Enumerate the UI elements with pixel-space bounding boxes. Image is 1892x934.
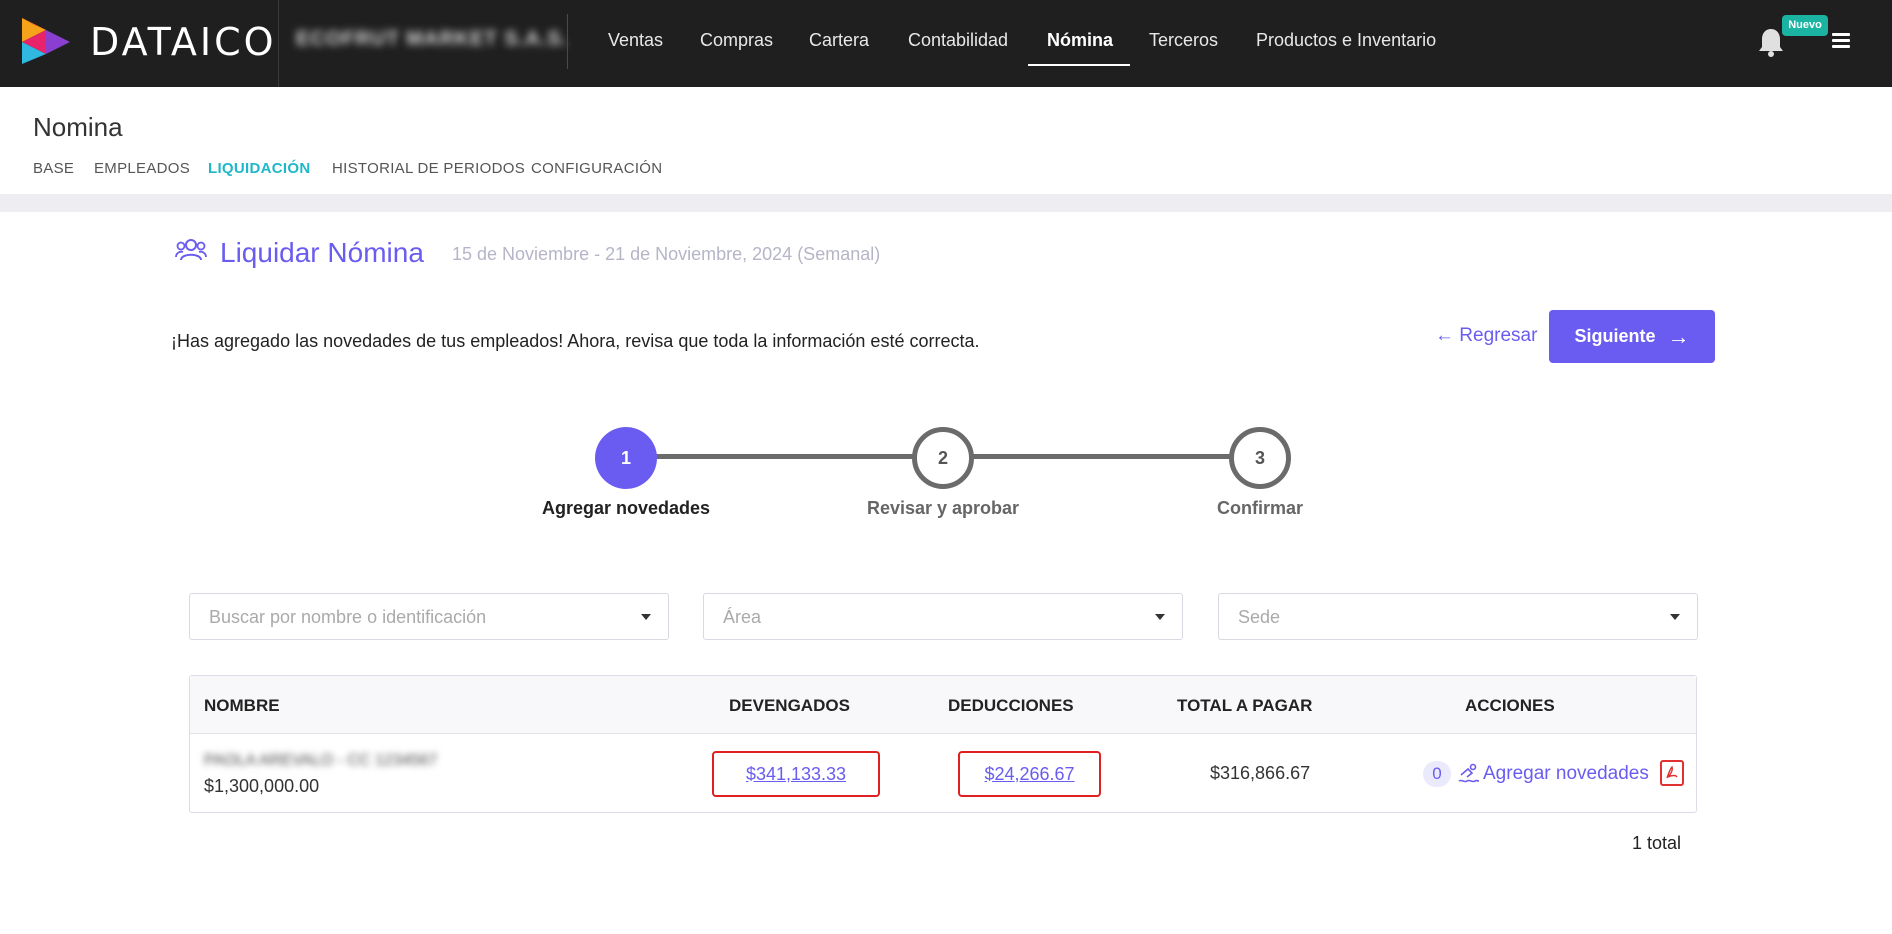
period-range: 15 de Noviembre - 21 de Noviembre, 2024 … bbox=[452, 244, 881, 264]
step-1-circle[interactable]: 1 bbox=[595, 427, 657, 489]
arrow-right-icon: → bbox=[1667, 323, 1690, 349]
agregar-novedades-link[interactable]: Agregar novedades bbox=[1483, 763, 1649, 785]
col-nombre: NOMBRE bbox=[204, 696, 280, 715]
back-link[interactable]: ← Regresar bbox=[1435, 325, 1537, 347]
nav-terceros[interactable]: Terceros bbox=[1149, 30, 1218, 51]
search-placeholder: Buscar por nombre o identificación bbox=[209, 607, 487, 627]
step-3-label: Confirmar bbox=[1216, 498, 1304, 518]
page-title: Nomina bbox=[33, 112, 123, 142]
tab-base[interactable]: BASE bbox=[33, 160, 74, 177]
col-devengados: DEVENGADOS bbox=[729, 696, 850, 715]
dataico-logo-icon[interactable] bbox=[20, 16, 72, 66]
section-title: Liquidar Nómina bbox=[220, 237, 424, 268]
tab-configuracion[interactable]: CONFIGURACIÓN bbox=[531, 160, 662, 177]
area-select[interactable]: Área bbox=[703, 593, 1183, 640]
next-label: Siguiente bbox=[1574, 326, 1656, 346]
stepper-connector bbox=[655, 454, 930, 459]
sede-placeholder: Sede bbox=[1238, 607, 1281, 627]
devengados-link[interactable]: $341,133.33 bbox=[746, 764, 846, 785]
nav-ventas[interactable]: Ventas bbox=[608, 30, 663, 51]
caret-down-icon bbox=[641, 614, 651, 620]
table-header: NOMBRE DEVENGADOS DEDUCCIONES TOTAL A PA… bbox=[190, 676, 1696, 734]
deducciones-link[interactable]: $24,266.67 bbox=[984, 764, 1074, 785]
next-button[interactable]: Siguiente → bbox=[1549, 310, 1715, 363]
employee-name: PAOLA AREVALO - CC 1234567 bbox=[204, 752, 438, 769]
col-acciones: ACCIONES bbox=[1465, 696, 1555, 715]
total-a-pagar: $316,866.67 bbox=[1210, 763, 1311, 783]
caret-down-icon bbox=[1670, 614, 1680, 620]
active-nav-underline bbox=[1028, 64, 1130, 66]
col-deducciones: DEDUCCIONES bbox=[948, 696, 1074, 715]
search-employee-select[interactable]: Buscar por nombre o identificación bbox=[189, 593, 669, 640]
employee-salary: $1,300,000.00 bbox=[204, 776, 320, 796]
step-1-label: Agregar novedades bbox=[541, 498, 711, 518]
brand-name: DATAICO bbox=[90, 20, 277, 64]
info-message: ¡Has agregado las novedades de tus emple… bbox=[171, 331, 980, 351]
back-label: Regresar bbox=[1459, 325, 1538, 346]
devengados-highlight: $341,133.33 bbox=[712, 751, 880, 797]
step-2-label: Revisar y aprobar bbox=[866, 498, 1020, 518]
novedades-count-badge: 0 bbox=[1423, 761, 1451, 787]
tab-empleados[interactable]: EMPLEADOS bbox=[94, 160, 190, 177]
step-3-circle[interactable]: 3 bbox=[1229, 427, 1291, 489]
company-name[interactable]: ECOFRUT MARKET S.A.S. bbox=[296, 28, 568, 51]
top-navbar: DATAICO ECOFRUT MARKET S.A.S. Ventas Com… bbox=[0, 0, 1892, 87]
tab-liquidacion[interactable]: LIQUIDACIÓN bbox=[208, 160, 310, 177]
nav-contabilidad[interactable]: Contabilidad bbox=[908, 30, 1008, 51]
swimmer-icon[interactable] bbox=[1458, 761, 1480, 785]
menu-icon[interactable] bbox=[1832, 33, 1850, 49]
divider bbox=[278, 0, 279, 87]
caret-down-icon bbox=[1155, 614, 1165, 620]
stepper-connector bbox=[972, 454, 1247, 459]
tab-historial-periodos[interactable]: HISTORIAL DE PERIODOS bbox=[332, 160, 525, 177]
deducciones-highlight: $24,266.67 bbox=[958, 751, 1101, 797]
payroll-table: NOMBRE DEVENGADOS DEDUCCIONES TOTAL A PA… bbox=[189, 675, 1697, 813]
pdf-icon[interactable] bbox=[1660, 760, 1684, 786]
section-separator bbox=[0, 194, 1892, 212]
step-2-circle[interactable]: 2 bbox=[912, 427, 974, 489]
sede-select[interactable]: Sede bbox=[1218, 593, 1698, 640]
new-badge: Nuevo bbox=[1782, 15, 1828, 36]
divider bbox=[567, 14, 568, 69]
area-placeholder: Área bbox=[723, 607, 762, 627]
col-total: TOTAL A PAGAR bbox=[1177, 696, 1313, 715]
total-count: 1 total bbox=[1632, 833, 1682, 853]
nav-productos-inventario[interactable]: Productos e Inventario bbox=[1256, 30, 1436, 51]
nav-cartera[interactable]: Cartera bbox=[809, 30, 869, 51]
people-icon bbox=[175, 239, 207, 261]
nav-compras[interactable]: Compras bbox=[700, 30, 773, 51]
arrow-left-icon: ← bbox=[1435, 325, 1454, 346]
nav-nomina[interactable]: Nómina bbox=[1047, 30, 1113, 51]
